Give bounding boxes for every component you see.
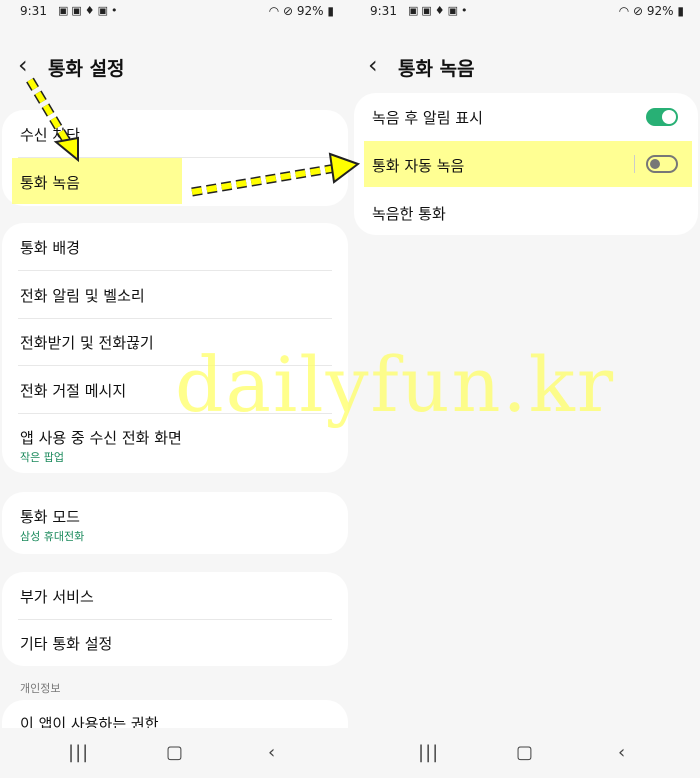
row-label: 통화 녹음 — [20, 174, 80, 192]
notify-toggle[interactable] — [646, 108, 678, 126]
battery-percent: 92% — [296, 4, 324, 18]
notification-icons: ▣▣♦▣• — [58, 4, 121, 17]
divider — [18, 157, 332, 158]
battery-icon: ▮ — [677, 4, 684, 18]
toggle-separator — [634, 155, 635, 173]
row-label: 녹음한 통화 — [372, 205, 446, 223]
row-extra-services[interactable]: 부가 서비스 — [2, 586, 348, 610]
back-button[interactable]: ‹ — [18, 50, 40, 84]
status-right: ◠ ⊘ 92% ▮ — [269, 4, 334, 18]
wifi-icon: ◠ — [618, 4, 630, 18]
wifi-icon: ◠ — [268, 4, 280, 18]
settings-card-3: 통화 모드 삼성 휴대전화 — [2, 492, 348, 554]
settings-card-1: 수신 차단 통화 녹음 — [2, 110, 348, 206]
back-button[interactable]: ‹ — [368, 50, 390, 84]
home-icon[interactable]: ▢ — [516, 742, 533, 763]
section-header-privacy: 개인정보 — [20, 682, 61, 695]
row-label: 통화 자동 녹음 — [372, 157, 465, 175]
battery-percent: 92% — [646, 4, 674, 18]
chevron-left-icon: ‹ — [368, 51, 378, 79]
row-label: 기타 통화 설정 — [20, 635, 113, 653]
watermark: dailyfun.kr — [175, 340, 616, 429]
row-recorded-calls[interactable]: 녹음한 통화 — [354, 203, 698, 227]
row-call-background[interactable]: 통화 배경 — [2, 237, 348, 261]
row-call-block[interactable]: 수신 차단 — [2, 124, 348, 148]
status-time: 9:31 — [20, 4, 47, 18]
divider — [18, 318, 332, 319]
back-icon[interactable]: ‹ — [618, 742, 625, 763]
row-label: 수신 차단 — [20, 126, 80, 144]
row-ringtone[interactable]: 전화 알림 및 벨소리 — [2, 285, 348, 309]
row-call-mode[interactable]: 통화 모드 삼성 휴대전화 — [2, 506, 348, 546]
navigation-bar: ||| ▢ ‹ — [350, 728, 700, 778]
dnd-icon: ⊘ — [283, 4, 294, 18]
row-label: 전화받기 및 전화끊기 — [20, 334, 154, 352]
recents-icon[interactable]: ||| — [68, 742, 89, 763]
page-title: 통화 녹음 — [398, 58, 475, 80]
recents-icon[interactable]: ||| — [418, 742, 439, 763]
auto-record-toggle[interactable] — [646, 155, 678, 173]
chevron-left-icon: ‹ — [18, 51, 28, 79]
row-label: 녹음 후 알림 표시 — [372, 109, 483, 127]
back-icon[interactable]: ‹ — [268, 742, 275, 763]
row-sublabel: 삼성 휴대전화 — [20, 530, 85, 543]
row-label: 통화 배경 — [20, 239, 80, 257]
status-bar: 9:31 ▣▣♦▣• ◠ ⊘ 92% ▮ — [20, 4, 334, 22]
divider — [18, 270, 332, 271]
row-other-settings[interactable]: 기타 통화 설정 — [2, 633, 348, 657]
status-right: ◠ ⊘ 92% ▮ — [619, 4, 684, 18]
recording-settings-card: 녹음 후 알림 표시 통화 자동 녹음 녹음한 통화 — [354, 93, 698, 235]
dnd-icon: ⊘ — [633, 4, 644, 18]
navigation-bar: ||| ▢ ‹ — [0, 728, 350, 778]
settings-card-4: 부가 서비스 기타 통화 설정 — [2, 572, 348, 666]
status-bar: 9:31 ▣▣♦▣• ◠ ⊘ 92% ▮ — [370, 4, 684, 22]
row-label: 전화 알림 및 벨소리 — [20, 287, 145, 305]
divider — [18, 619, 332, 620]
battery-icon: ▮ — [327, 4, 334, 18]
row-sublabel: 작은 팝업 — [20, 451, 64, 464]
row-label: 부가 서비스 — [20, 588, 94, 606]
row-label: 통화 모드 — [20, 508, 80, 526]
row-label: 앱 사용 중 수신 전화 화면 — [20, 429, 182, 447]
status-time: 9:31 — [370, 4, 397, 18]
row-call-recording[interactable]: 통화 녹음 — [2, 172, 348, 196]
page-title: 통화 설정 — [48, 58, 125, 80]
row-incoming-display[interactable]: 앱 사용 중 수신 전화 화면 작은 팝업 — [2, 427, 348, 467]
notification-icons: ▣▣♦▣• — [408, 4, 471, 17]
row-label: 전화 거절 메시지 — [20, 382, 127, 400]
home-icon[interactable]: ▢ — [166, 742, 183, 763]
